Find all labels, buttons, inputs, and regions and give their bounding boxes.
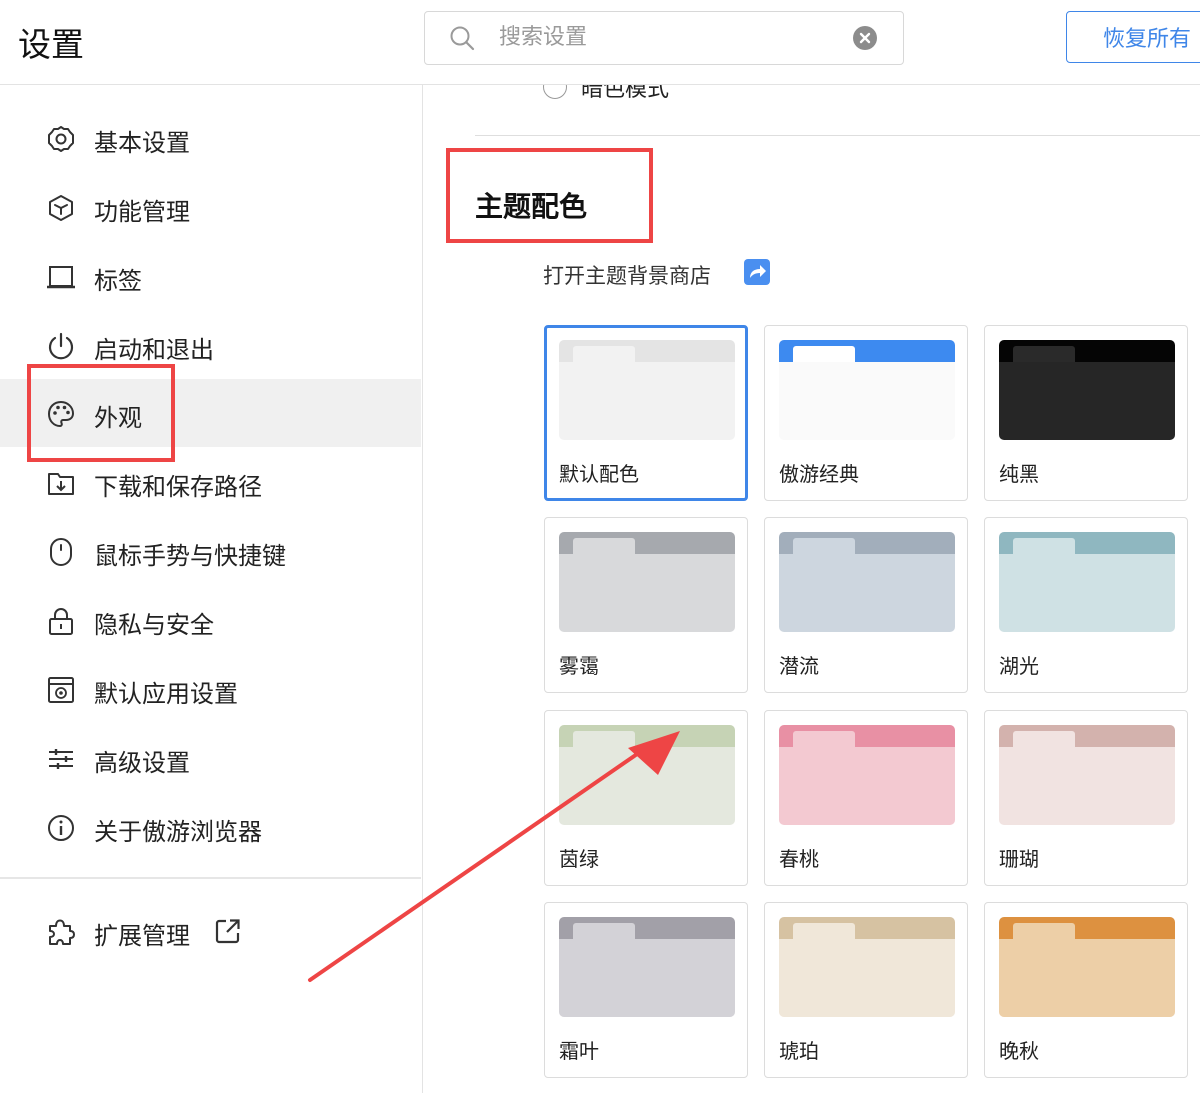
sliders-icon <box>46 744 76 774</box>
info-icon <box>46 813 76 843</box>
power-icon <box>46 331 76 361</box>
theme-preview <box>999 340 1175 440</box>
theme-preview <box>559 532 735 632</box>
share-arrow-icon[interactable] <box>744 259 770 285</box>
dark-mode-label: 暗色模式 <box>581 85 670 102</box>
theme-card[interactable]: 晚秋 <box>984 902 1188 1078</box>
theme-card[interactable]: 潜流 <box>764 517 968 693</box>
theme-preview <box>999 725 1175 825</box>
tab-icon <box>46 262 76 292</box>
sidebar-item-basic-settings[interactable]: 基本设置 <box>0 104 421 172</box>
theme-name: 晚秋 <box>999 1039 1039 1063</box>
sidebar-item-label: 基本设置 <box>94 129 190 157</box>
puzzle-icon <box>46 917 76 947</box>
sidebar-item-label: 隐私与安全 <box>94 611 214 639</box>
theme-card[interactable]: 茵绿 <box>544 710 748 886</box>
theme-card[interactable]: 湖光 <box>984 517 1188 693</box>
mouse-icon <box>46 537 76 567</box>
theme-preview <box>559 340 735 440</box>
sidebar-item-mouse-gestures[interactable]: 鼠标手势与快捷键 <box>0 517 421 585</box>
sidebar-item-label: 标签 <box>94 267 142 295</box>
sidebar-item-label: 下载和保存路径 <box>94 473 262 501</box>
sidebar-item-about[interactable]: 关于傲游浏览器 <box>0 793 421 861</box>
default-app-icon <box>46 675 76 705</box>
theme-name: 湖光 <box>999 654 1039 678</box>
theme-card[interactable]: 默认配色 <box>544 325 748 501</box>
theme-name: 潜流 <box>779 654 819 678</box>
theme-card[interactable]: 纯黑 <box>984 325 1188 501</box>
sidebar-item-advanced[interactable]: 高级设置 <box>0 724 421 792</box>
sidebar-item-label: 扩展管理 <box>94 922 190 950</box>
theme-name: 琥珀 <box>779 1039 819 1063</box>
theme-preview <box>779 725 955 825</box>
section-divider <box>475 135 1200 136</box>
sidebar-item-default-apps[interactable]: 默认应用设置 <box>0 655 421 723</box>
sidebar-item-download-path[interactable]: 下载和保存路径 <box>0 448 421 516</box>
sidebar-item-tabs[interactable]: 标签 <box>0 242 421 310</box>
sidebar-item-label: 鼠标手势与快捷键 <box>94 542 286 570</box>
header-bar: 设置 恢复所有 <box>0 0 1200 85</box>
theme-name: 茵绿 <box>559 847 599 871</box>
theme-preview <box>779 532 955 632</box>
sidebar-item-label: 高级设置 <box>94 749 190 777</box>
theme-name: 春桃 <box>779 847 819 871</box>
theme-card[interactable]: 雾霭 <box>544 517 748 693</box>
download-folder-icon <box>46 468 76 498</box>
main-content: 暗色模式 主题配色 打开主题背景商店 默认配色 傲游经典 纯黑雾霭 潜流 湖光茵绿 春桃 珊… <box>423 85 1200 1093</box>
theme-store-link[interactable]: 打开主题背景商店 <box>543 260 711 290</box>
page-title: 设置 <box>18 25 84 64</box>
theme-name: 纯黑 <box>999 462 1039 486</box>
sidebar-divider <box>0 877 421 879</box>
theme-card[interactable]: 傲游经典 <box>764 325 968 501</box>
theme-preview <box>559 725 735 825</box>
theme-name: 傲游经典 <box>779 462 859 486</box>
sidebar-item-feature-management[interactable]: 功能管理 <box>0 173 421 241</box>
sidebar: 基本设置 功能管理 标签 启动和退出 外观 下载和保存路径 鼠标手势与快捷键 隐… <box>0 85 423 1093</box>
sidebar-item-startup-exit[interactable]: 启动和退出 <box>0 311 421 379</box>
theme-card[interactable]: 珊瑚 <box>984 710 1188 886</box>
gear-icon <box>46 124 76 154</box>
sidebar-item-extensions[interactable]: 扩展管理 <box>0 897 421 965</box>
section-title: 主题配色 <box>475 190 588 223</box>
clear-search-icon[interactable] <box>853 26 877 50</box>
search-icon <box>449 25 475 55</box>
theme-name: 默认配色 <box>559 462 639 486</box>
sidebar-item-label: 启动和退出 <box>94 336 214 364</box>
external-link-icon <box>214 917 242 945</box>
sidebar-item-appearance[interactable]: 外观 <box>0 379 421 447</box>
theme-name: 霜叶 <box>559 1039 599 1063</box>
theme-name: 珊瑚 <box>999 847 1039 871</box>
theme-card[interactable]: 春桃 <box>764 710 968 886</box>
theme-name: 雾霭 <box>559 654 599 678</box>
theme-card[interactable]: 琥珀 <box>764 902 968 1078</box>
sidebar-item-label: 关于傲游浏览器 <box>94 818 262 846</box>
sidebar-item-label: 功能管理 <box>94 198 190 226</box>
sidebar-item-label: 外观 <box>94 404 142 432</box>
theme-preview <box>779 340 955 440</box>
palette-icon <box>46 399 76 429</box>
theme-preview <box>999 917 1175 1017</box>
theme-preview <box>559 917 735 1017</box>
search-box[interactable] <box>424 11 904 65</box>
dark-mode-radio[interactable] <box>543 85 567 99</box>
cube-icon <box>46 193 76 223</box>
theme-card[interactable]: 霜叶 <box>544 902 748 1078</box>
search-input[interactable] <box>499 20 839 54</box>
sidebar-item-privacy-security[interactable]: 隐私与安全 <box>0 586 421 654</box>
restore-all-button[interactable]: 恢复所有 <box>1066 11 1200 63</box>
theme-preview <box>999 532 1175 632</box>
lock-icon <box>46 606 76 636</box>
sidebar-item-label: 默认应用设置 <box>94 680 238 708</box>
theme-preview <box>779 917 955 1017</box>
